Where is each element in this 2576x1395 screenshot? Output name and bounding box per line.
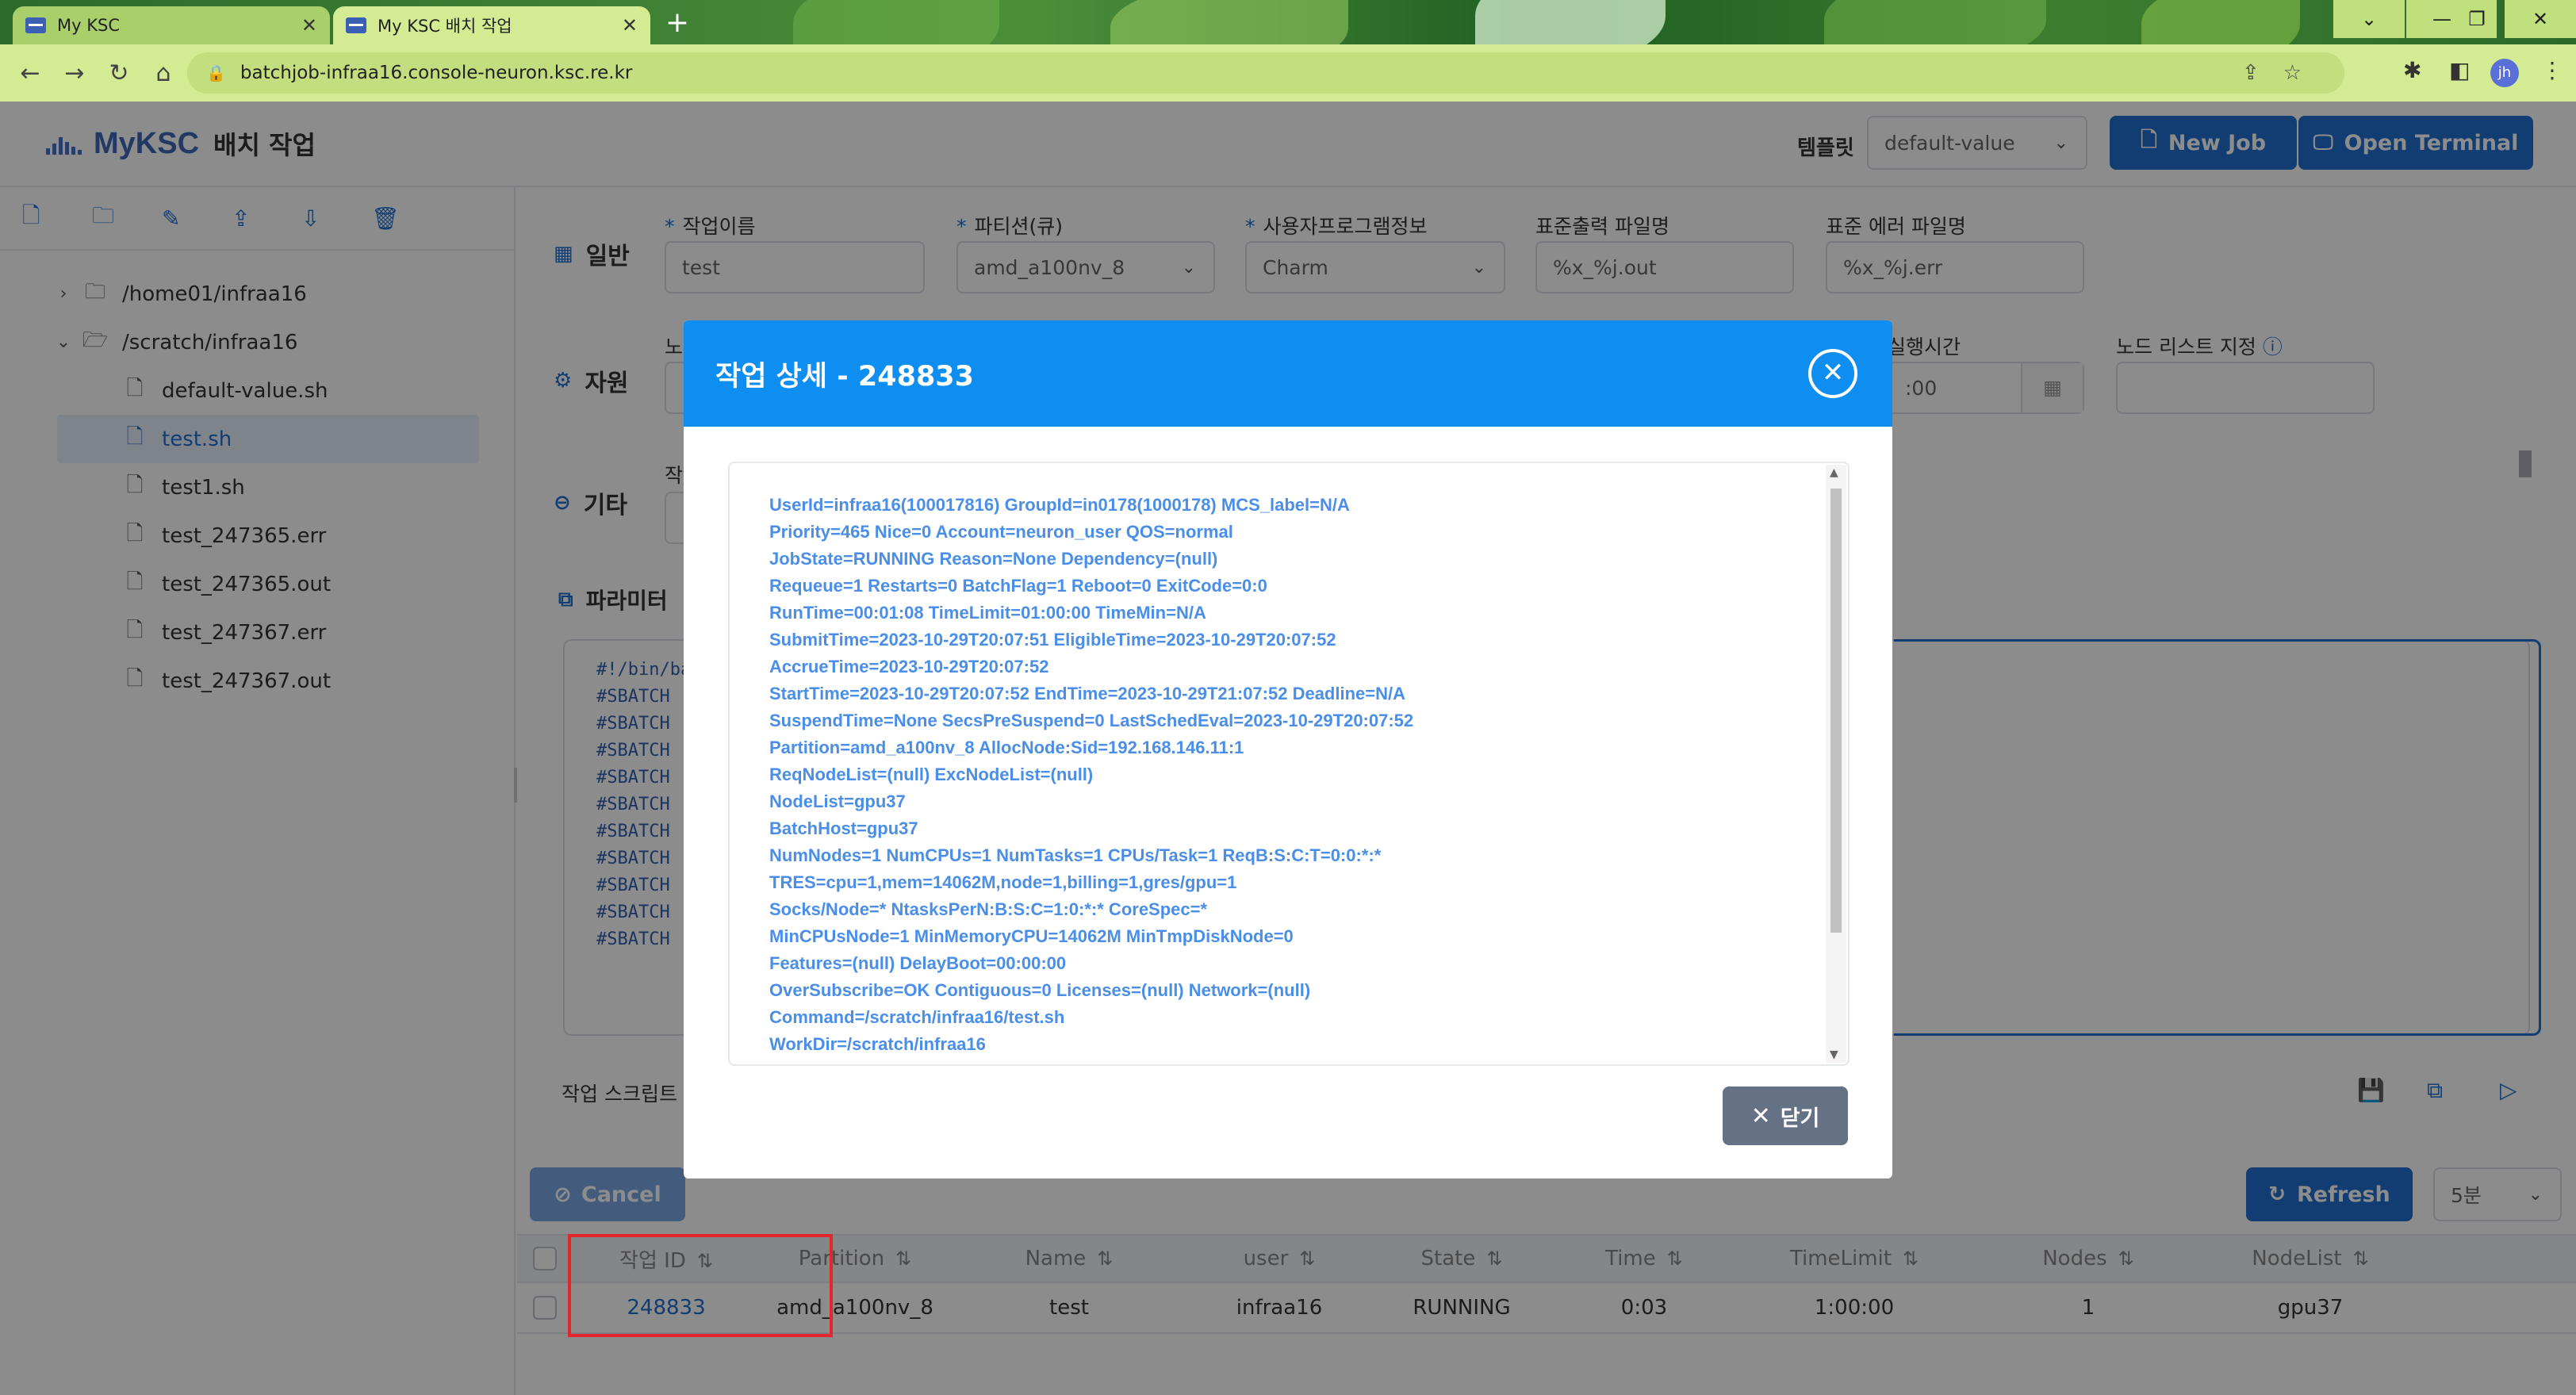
detail-scrollbar[interactable]: ▲ ▼	[1826, 465, 1846, 1063]
background-leaf	[1110, 0, 1348, 44]
tab-title: My KSC	[57, 16, 120, 35]
detail-line: AccrueTime=2023-10-29T20:07:52	[769, 657, 1049, 676]
detail-line: UserId=infraa16(100017816) GroupId=in017…	[769, 495, 1350, 515]
browser-menu-icon[interactable]: ⋮	[2541, 57, 2563, 83]
extensions-puzzle-icon[interactable]: ✱	[2403, 57, 2421, 83]
close-tab-icon[interactable]: ✕	[301, 14, 317, 36]
detail-line: RunTime=00:01:08 TimeLimit=01:00:00 Time…	[769, 603, 1206, 623]
side-panel-icon[interactable]: ◧	[2449, 57, 2470, 83]
tab-title: My KSC 배치 작업	[378, 17, 512, 36]
ksc-favicon-icon	[25, 17, 46, 33]
url-text: batchjob-infraa16.console-neuron.ksc.re.…	[240, 63, 633, 83]
job-detail-text[interactable]: UserId=infraa16(100017816) GroupId=in017…	[728, 462, 1850, 1066]
background-leaf	[2141, 0, 2300, 44]
home-icon[interactable]: ⌂	[141, 59, 186, 87]
reload-icon[interactable]: ↻	[97, 59, 141, 87]
detail-line: NumNodes=1 NumCPUs=1 NumTasks=1 CPUs/Tas…	[769, 845, 1382, 865]
detail-line: JobState=RUNNING Reason=None Dependency=…	[769, 549, 1218, 569]
detail-line: Command=/scratch/infraa16/test.sh	[769, 1007, 1065, 1027]
background-leaf	[793, 0, 999, 44]
close-modal-button[interactable]: ✕ 닫기	[1723, 1086, 1848, 1145]
scroll-up-icon[interactable]: ▲	[1830, 466, 1838, 479]
forward-arrow-icon[interactable]: →	[52, 59, 97, 87]
back-arrow-icon[interactable]: ←	[8, 59, 52, 87]
close-icon: ✕	[1750, 1102, 1771, 1130]
detail-line: NodeList=gpu37	[769, 791, 906, 811]
detail-line: BatchHost=gpu37	[769, 818, 918, 838]
detail-line: ReqNodeList=(null) ExcNodeList=(null)	[769, 765, 1094, 784]
detail-line: OverSubscribe=OK Contiguous=0 Licenses=(…	[769, 980, 1311, 1000]
detail-line: Socks/Node=* NtasksPerN:B:S:C=1:0:*:* Co…	[769, 899, 1208, 919]
detail-line: SuspendTime=None SecsPreSuspend=0 LastSc…	[769, 711, 1414, 730]
detail-line: Features=(null) DelayBoot=00:00:00	[769, 953, 1067, 973]
modal-title: 작업 상세 - 248833	[715, 360, 974, 393]
profile-avatar[interactable]: jh	[2490, 59, 2519, 87]
detail-line: SubmitTime=2023-10-29T20:07:51 EligibleT…	[769, 630, 1336, 650]
annotation-highlight-box	[568, 1234, 833, 1337]
scroll-thumb[interactable]	[1830, 489, 1842, 933]
scroll-down-icon[interactable]: ▼	[1830, 1048, 1838, 1061]
detail-line: Requeue=1 Restarts=0 BatchFlag=1 Reboot=…	[769, 576, 1267, 596]
new-tab-plus-icon[interactable]: +	[660, 8, 695, 40]
close-label: 닫기	[1780, 1106, 1820, 1131]
detail-line: TRES=cpu=1,mem=14062M,node=1,billing=1,g…	[769, 872, 1237, 892]
background-leaf	[1475, 0, 1666, 44]
browser-tab-myksc[interactable]: My KSC ✕	[13, 6, 330, 44]
close-circle-icon[interactable]: ✕	[1808, 349, 1857, 398]
job-detail-modal: 작업 상세 - 248833 ✕ UserId=infraa16(1000178…	[684, 320, 1892, 1178]
background-leaf	[1824, 0, 2046, 44]
detail-line: MinCPUsNode=1 MinMemoryCPU=14062M MinTmp…	[769, 926, 1294, 946]
close-window-icon[interactable]: ✕	[2505, 0, 2576, 38]
detail-line: StartTime=2023-10-29T20:07:52 EndTime=20…	[769, 684, 1406, 703]
share-and-bookmark-icons[interactable]: ⇪☆	[2242, 61, 2325, 85]
address-bar[interactable]: 🔒 batchjob-infraa16.console-neuron.ksc.r…	[187, 52, 2344, 94]
detail-line: WorkDir=/scratch/infraa16	[769, 1034, 986, 1054]
browser-tab-strip: My KSC ✕ My KSC 배치 작업 ✕ + ⌄ — ❐ ✕	[0, 0, 2576, 44]
detail-line: Partition=amd_a100nv_8 AllocNode:Sid=192…	[769, 738, 1244, 757]
browser-tab-batch-job[interactable]: My KSC 배치 작업 ✕	[333, 6, 650, 44]
browser-toolbar: ← → ↻ ⌂ 🔒 batchjob-infraa16.console-neur…	[0, 44, 2576, 102]
restore-icon[interactable]: ❐	[2457, 0, 2497, 38]
lock-icon: 🔒	[206, 63, 226, 82]
detail-line: Priority=465 Nice=0 Account=neuron_user …	[769, 522, 1233, 542]
ksc-favicon-icon	[346, 17, 366, 33]
modal-header: 작업 상세 - 248833 ✕	[684, 320, 1892, 427]
tab-search-chevron-icon[interactable]: ⌄	[2333, 0, 2405, 38]
close-tab-icon[interactable]: ✕	[622, 14, 638, 36]
